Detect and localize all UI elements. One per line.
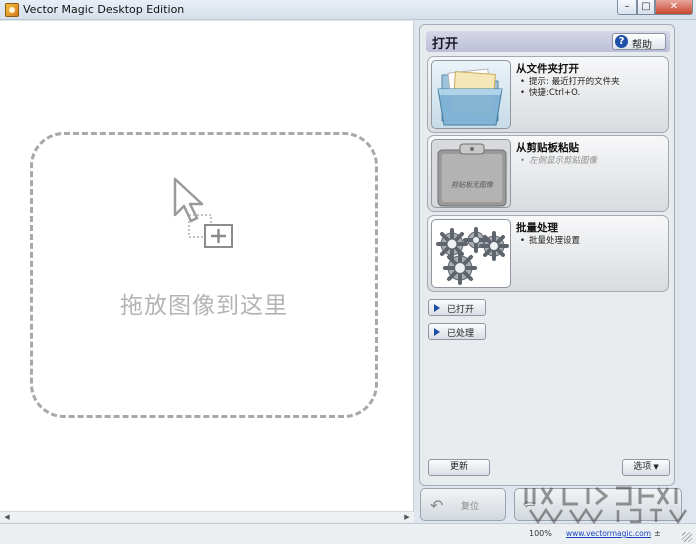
next-arrow-icon: ⇦ xyxy=(523,495,536,513)
website-link[interactable]: www.vectormagic.com xyxy=(566,529,651,538)
reset-label: 复位 xyxy=(461,502,480,512)
undo-arrow-icon: ↶ xyxy=(430,496,444,515)
close-button[interactable]: ✕ xyxy=(655,0,693,15)
drop-hint-text: 拖放图像到这里 xyxy=(120,293,288,319)
horizontal-scrollbar[interactable]: ◀ ▶ xyxy=(0,511,414,522)
update-button[interactable]: 更新 xyxy=(428,459,490,476)
card-bullet: 左侧显示剪贴图像 xyxy=(520,154,597,166)
options-button[interactable]: 选项 ▼ xyxy=(622,459,670,476)
next-button[interactable]: ⇦ xyxy=(514,488,682,521)
status-bar: 100% www.vectormagic.com ± xyxy=(0,523,696,544)
card-title: 批量处理 xyxy=(516,222,558,234)
processed-button[interactable]: 已处理 xyxy=(428,323,486,340)
card-title: 从文件夹打开 xyxy=(516,63,579,75)
window-title: Vector Magic Desktop Edition xyxy=(23,3,185,16)
opened-label: 已打开 xyxy=(447,305,475,315)
paste-from-clipboard-card[interactable]: 剪贴板无图像 从剪贴板粘贴 左侧显示剪贴图像 xyxy=(427,135,669,212)
scroll-right-icon[interactable]: ▶ xyxy=(402,513,412,521)
help-button[interactable]: ? 帮助 xyxy=(612,33,666,51)
cursor-drag-add-icon xyxy=(173,177,233,248)
maximize-button[interactable]: □ xyxy=(637,0,655,15)
clipboard-icon: 剪贴板无图像 xyxy=(431,139,511,208)
expand-arrow-icon xyxy=(434,304,440,312)
resize-grip-icon[interactable] xyxy=(682,532,692,542)
card-bullet: 批量处理设置 xyxy=(520,234,580,246)
panel-header: 打开 ? 帮助 xyxy=(426,31,670,52)
gears-icon xyxy=(431,219,511,288)
card-title: 从剪贴板粘贴 xyxy=(516,142,579,154)
drop-zone[interactable]: 拖放图像到这里 xyxy=(30,132,378,418)
batch-process-card[interactable]: 批量处理 批量处理设置 xyxy=(427,215,669,292)
status-indicator: ± xyxy=(654,529,661,538)
options-label: 选项 xyxy=(633,462,652,472)
clipboard-empty-text: 剪贴板无图像 xyxy=(451,181,493,189)
opened-button[interactable]: 已打开 xyxy=(428,299,486,316)
open-panel: 打开 ? 帮助 从文件夹打开 提示: 最近打开的文件夹 快捷:Ctrl+O. xyxy=(419,24,675,486)
open-from-folder-card[interactable]: 从文件夹打开 提示: 最近打开的文件夹 快捷:Ctrl+O. xyxy=(427,56,669,133)
help-label: 帮助 xyxy=(632,40,652,51)
app-logo-icon xyxy=(5,3,19,17)
reset-button[interactable]: ↶ 复位 xyxy=(420,488,506,521)
dropdown-caret-icon: ▼ xyxy=(653,463,659,471)
panel-title: 打开 xyxy=(432,37,459,52)
scroll-left-icon[interactable]: ◀ xyxy=(2,513,12,521)
help-icon: ? xyxy=(615,35,628,48)
card-bullet: 快捷:Ctrl+O. xyxy=(520,86,580,98)
canvas-pane[interactable]: 拖放图像到这里 xyxy=(0,21,414,511)
minimize-button[interactable]: – xyxy=(617,0,637,15)
expand-arrow-icon xyxy=(434,328,440,336)
title-bar: Vector Magic Desktop Edition – □ ✕ xyxy=(0,0,696,20)
folder-icon xyxy=(431,60,511,129)
zoom-level: 100% xyxy=(529,529,552,538)
processed-label: 已处理 xyxy=(447,329,475,339)
